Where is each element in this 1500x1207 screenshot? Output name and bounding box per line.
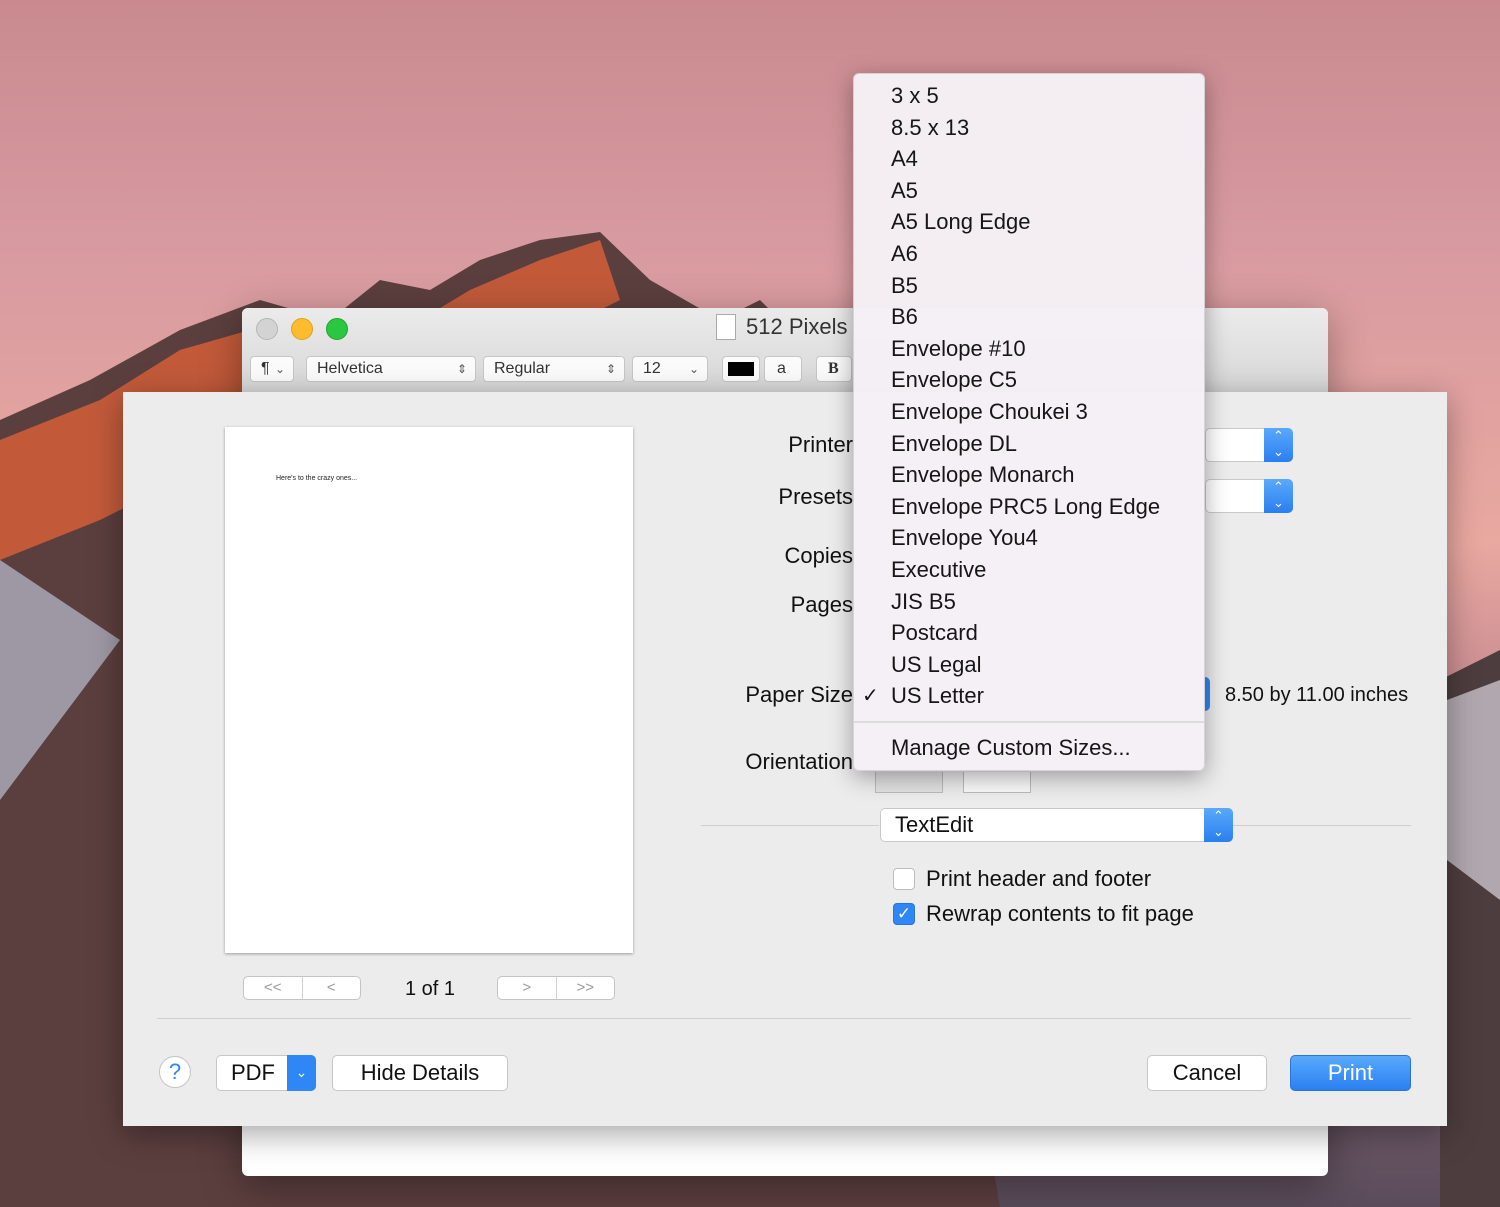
font-style-popup[interactable]: Regular ⇕ bbox=[483, 356, 625, 382]
section-popup[interactable]: TextEdit ⌃ ⌄ bbox=[880, 808, 1233, 842]
close-button[interactable] bbox=[256, 318, 278, 340]
menu-item[interactable]: 3 x 5 bbox=[891, 81, 939, 111]
separator bbox=[1233, 825, 1411, 826]
footer-separator bbox=[157, 1018, 1411, 1019]
menu-item[interactable]: A4 bbox=[891, 144, 918, 174]
checkmark-icon: ✓ bbox=[862, 685, 879, 708]
menu-item[interactable]: Envelope Choukei 3 bbox=[891, 397, 1088, 427]
window-title: 512 Pixels bbox=[746, 314, 848, 339]
prev-page-button[interactable]: < bbox=[301, 977, 361, 999]
separator bbox=[701, 825, 879, 826]
orientation-label: Orientation bbox=[745, 749, 853, 774]
portrait-orientation-button[interactable] bbox=[875, 772, 943, 793]
first-page-button[interactable]: << bbox=[244, 977, 302, 999]
bold-button[interactable]: B bbox=[816, 356, 852, 382]
preview-text: Here's to the crazy ones... bbox=[276, 475, 358, 482]
printer-label: Printer bbox=[788, 432, 853, 457]
pdf-menu-button[interactable]: PDF ⌄ bbox=[216, 1055, 316, 1091]
header-footer-checkbox[interactable] bbox=[893, 868, 915, 890]
highlight-color-well[interactable]: a bbox=[764, 356, 802, 382]
menu-item[interactable]: Envelope Monarch bbox=[891, 460, 1074, 490]
menu-item[interactable]: Envelope You4 bbox=[891, 523, 1038, 553]
paper-size-label: Paper Size bbox=[745, 682, 853, 707]
menu-item[interactable]: Envelope PRC5 Long Edge bbox=[891, 492, 1160, 522]
highlight-glyph: a bbox=[777, 360, 786, 377]
menu-item[interactable]: A6 bbox=[891, 239, 918, 269]
next-last-page-control[interactable]: > >> bbox=[497, 976, 615, 1000]
section-popup-label: TextEdit bbox=[895, 812, 974, 837]
menu-item[interactable]: B6 bbox=[891, 302, 918, 332]
page-preview: Here's to the crazy ones... bbox=[225, 427, 633, 953]
menu-item[interactable]: Envelope C5 bbox=[891, 365, 1017, 395]
chevron-down-icon: ⌄ bbox=[287, 1055, 316, 1091]
landscape-orientation-button[interactable] bbox=[963, 772, 1031, 793]
printer-popup[interactable]: ⌃ ⌄ bbox=[1205, 428, 1293, 462]
menu-item[interactable]: Postcard bbox=[891, 618, 978, 648]
stepper-icon: ⌃ ⌄ bbox=[1264, 479, 1293, 513]
menu-item[interactable]: B5 bbox=[891, 271, 918, 301]
pages-label: Pages bbox=[790, 592, 853, 617]
text-color-swatch bbox=[728, 362, 754, 376]
menu-separator bbox=[854, 721, 1204, 723]
font-size-combo[interactable]: 12 ⌄ bbox=[632, 356, 708, 382]
menu-item[interactable]: Executive bbox=[891, 555, 986, 585]
next-page-button[interactable]: > bbox=[498, 977, 556, 999]
menu-item[interactable]: Envelope DL bbox=[891, 429, 1017, 459]
manage-custom-sizes-item[interactable]: Manage Custom Sizes... bbox=[891, 733, 1131, 763]
text-color-well[interactable] bbox=[722, 356, 760, 382]
cancel-button[interactable]: Cancel bbox=[1147, 1055, 1267, 1091]
hide-details-button[interactable]: Hide Details bbox=[332, 1055, 508, 1091]
paragraph-style-popup[interactable]: ¶ ⌄ bbox=[250, 356, 294, 382]
stepper-icon: ⌃ ⌄ bbox=[1264, 428, 1293, 462]
rewrap-checkbox[interactable]: ✓ bbox=[893, 903, 915, 925]
last-page-button[interactable]: >> bbox=[555, 977, 615, 999]
minimize-button[interactable] bbox=[291, 318, 313, 340]
font-family-popup[interactable]: Helvetica ⇕ bbox=[306, 356, 476, 382]
menu-item[interactable]: 8.5 x 13 bbox=[891, 113, 969, 143]
first-prev-page-control[interactable]: << < bbox=[243, 976, 361, 1000]
menu-item[interactable]: Envelope #10 bbox=[891, 334, 1026, 364]
copies-label: Copies bbox=[784, 543, 853, 568]
print-sheet: Here's to the crazy ones... << < 1 of 1 … bbox=[123, 392, 1447, 1126]
stepper-icon: ⌃ ⌄ bbox=[1204, 808, 1233, 842]
help-button[interactable]: ? bbox=[159, 1056, 191, 1088]
page-indicator: 1 of 1 bbox=[405, 978, 456, 1000]
presets-label: Presets bbox=[778, 484, 853, 509]
menu-item[interactable]: US Legal bbox=[891, 650, 982, 680]
zoom-button[interactable] bbox=[326, 318, 348, 340]
menu-item[interactable]: JIS B5 bbox=[891, 587, 956, 617]
menu-item[interactable]: US Letter bbox=[891, 681, 984, 711]
menu-item[interactable]: A5 bbox=[891, 176, 918, 206]
rewrap-label: Rewrap contents to fit page bbox=[926, 901, 1194, 926]
document-icon bbox=[716, 314, 736, 340]
presets-popup[interactable]: ⌃ ⌄ bbox=[1205, 479, 1293, 513]
paper-size-menu[interactable]: 3 x 5 8.5 x 13 A4 A5 A5 Long Edge A6 B5 B6 Envel… bbox=[853, 73, 1205, 771]
pdf-label: PDF bbox=[231, 1060, 275, 1085]
menu-item[interactable]: A5 Long Edge bbox=[891, 207, 1030, 237]
print-button[interactable]: Print bbox=[1290, 1055, 1411, 1091]
header-footer-label: Print header and footer bbox=[926, 866, 1152, 891]
paper-size-dimensions: 8.50 by 11.00 inches bbox=[1225, 684, 1409, 706]
